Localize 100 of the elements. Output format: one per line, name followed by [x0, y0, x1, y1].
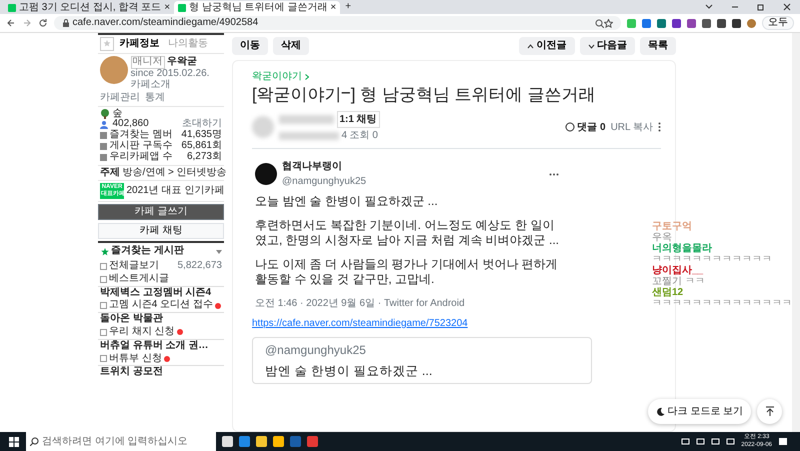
tweet-handle: @namgunghyuk25: [282, 175, 366, 190]
restore-icon[interactable]: [756, 2, 766, 12]
embed-text: 밤엔 술 한병이 필요하겠군 ...: [265, 362, 434, 380]
stat-label: 우리카페앱 수: [110, 152, 172, 163]
award-text: 2021년 대표 인기카페: [126, 186, 224, 196]
comment-icon: [564, 122, 575, 132]
topic-text[interactable]: 방송/연예 > 인터넷방송: [122, 168, 227, 178]
chevron-down-icon: [588, 44, 594, 48]
stat-value: 6,273회: [186, 152, 222, 163]
toolbar-button[interactable]: 이전글: [519, 37, 574, 55]
blurred-avatar: [252, 116, 274, 138]
chevron-up-icon: [527, 44, 534, 48]
chat-message: 꼬찔기 ㅋㅋ: [652, 276, 706, 287]
stat-label: 즐겨찾는 멤버: [110, 130, 172, 140]
reload-icon[interactable]: [38, 18, 48, 28]
tweet-meta: 오전 1:46 · 2022년 9월 6일 · Twitter for Android: [255, 297, 466, 312]
taskbar-app-icon[interactable]: [273, 436, 284, 447]
tweet-text: 나도 이제 좀 더 사람들의 평가나 기대에서 벗어나 편하게 활동할 수 있을 것 같구만, 고맙네.: [255, 256, 559, 288]
profile-button[interactable]: 오두: [762, 16, 794, 30]
cafe-logo: [100, 56, 128, 84]
board-link[interactable]: 버튜부 신청: [109, 354, 162, 364]
chat-button[interactable]: 카페 채팅: [98, 222, 224, 239]
toolbar-button[interactable]: 이동: [232, 37, 268, 55]
profile-avatar[interactable]: [747, 18, 756, 28]
scroll-top-icon: [764, 406, 774, 416]
toolbar-button[interactable]: 삭제: [273, 37, 309, 55]
board-link[interactable]: 고멤 시즌4 오디션 접수: [109, 300, 213, 312]
board-link[interactable]: 전체글보기: [109, 260, 159, 272]
stat-value: 65,861회: [181, 141, 222, 152]
tweet-author-name: 협객나부랭이: [282, 160, 343, 174]
new-tab-button[interactable]: +: [345, 0, 352, 14]
member-count: 402,860: [112, 119, 149, 130]
more-icon[interactable]: [549, 172, 559, 176]
url-copy-link[interactable]: URL 복사: [610, 120, 653, 135]
chat-username: 샌덤12: [652, 287, 684, 298]
sidebar-link[interactable]: 통계: [145, 92, 165, 104]
stat-value: 41,635명: [181, 130, 222, 140]
chat-username: 구토구억: [652, 221, 693, 232]
board-icon: [100, 302, 107, 310]
chat-badge[interactable]: 1:1 채팅: [336, 111, 380, 128]
tab-close-button[interactable]: ×: [330, 2, 336, 12]
board-icon: [100, 328, 107, 336]
date-fragment: 4: [342, 129, 348, 144]
scrollbar[interactable]: [792, 33, 800, 432]
blurred-author-name: [279, 115, 334, 124]
taskbar-app-icon[interactable]: [239, 436, 250, 447]
board-link[interactable]: 베스트게시글: [109, 274, 169, 285]
manager-badge: 매니저: [130, 56, 164, 69]
sidebar-tab[interactable]: 카페정보: [116, 38, 162, 50]
article-title: [왁굳이야기ⲻ] 형 남궁혁님 트위터에 글쓴거래: [252, 84, 596, 106]
scroll-top-button[interactable]: [757, 399, 782, 424]
address-bar[interactable]: cafe.naver.com/steamindiegame/4902584: [54, 16, 621, 30]
board-link[interactable]: 우리 채지 신청: [109, 326, 175, 338]
cafe-name[interactable]: 우왁굳: [167, 57, 197, 68]
topic-label: 주제: [100, 168, 120, 178]
chat-message: ㅋㅋㅋㅋㅋㅋㅋㅋㅋㅋㅋㅋ: [652, 254, 773, 265]
profile-avatar: [255, 163, 277, 186]
embed-handle: @namgunghyuk25: [265, 342, 367, 360]
members-icon: [100, 120, 110, 130]
browser-tab[interactable]: 형 남궁혁님 트위터에 글쓴거래 ×: [174, 1, 340, 14]
since-date: since 2015.02.26.: [130, 68, 210, 80]
taskbar-app-icon[interactable]: [307, 436, 318, 447]
zoom-icon[interactable]: [595, 18, 604, 28]
moon-icon: [656, 407, 665, 416]
tweet-text: 오늘 밤엔 술 한병이 필요하겠군 ...: [255, 194, 439, 210]
back-icon[interactable]: [6, 18, 16, 28]
write-button[interactable]: 카페 글쓰기: [98, 204, 224, 220]
view-count: 조회 0: [350, 129, 378, 144]
board-section-title[interactable]: 즐겨찾는 게시판: [111, 246, 184, 257]
more-icon[interactable]: [658, 122, 661, 132]
board-category: 박제벽스 고정멤버 시즌4: [100, 288, 212, 298]
sidebar-link[interactable]: 카페관리: [100, 92, 140, 104]
star-icon[interactable]: [604, 18, 613, 28]
taskbar-search[interactable]: 검색하려면 여기에 입력하십시오: [26, 432, 216, 451]
close-icon[interactable]: [782, 2, 792, 12]
search-icon: [30, 437, 39, 446]
article-link[interactable]: https://cafe.naver.com/steamindiegame/7523204: [252, 316, 468, 332]
tweet-text: 후련하면서도 복잡한 기분이네. 어느정도 예상도 한 일이였고, 한명의 시청자로 남아 지금 처럼 계속 비벼야겠군 ...: [255, 218, 559, 249]
chat-message: ㅋㅋㅋㅋㅋㅋㅋㅋㅋㅋㅋㅋㅋㅋ: [652, 298, 790, 309]
caret-icon[interactable]: [216, 250, 222, 254]
invite-link[interactable]: 초대하기: [182, 119, 222, 130]
taskbar-app-icon[interactable]: [256, 436, 267, 447]
toolbar-button[interactable]: 목록: [640, 37, 676, 55]
chevron-right-icon: [304, 74, 308, 80]
board-category: 돌아온 박물관: [100, 314, 163, 325]
browser-tab[interactable]: 고펌 3기 오디션 접시, 합격 포드 ×: [4, 1, 174, 14]
board-count: 5,822,673: [178, 260, 222, 272]
chat-username: 냥이집사__: [652, 265, 704, 276]
tab-close-button[interactable]: ×: [164, 2, 170, 12]
tree-icon: [100, 109, 110, 120]
cafe-intro-link[interactable]: 카페소개: [130, 80, 210, 90]
star-icon: [100, 248, 108, 256]
comment-count[interactable]: 댓글 0: [577, 120, 606, 135]
board-category: 버츄얼 유튜버 소개 권…: [100, 340, 208, 352]
board-category: 트위치 공모전: [100, 367, 163, 378]
toolbar-button[interactable]: 다음글: [580, 37, 635, 55]
windows-start-icon[interactable]: [8, 436, 20, 448]
dark-mode-button[interactable]: 다크 모드로 보기: [648, 399, 752, 424]
taskbar-app-icon[interactable]: [222, 436, 233, 447]
lock-icon: [62, 19, 70, 27]
